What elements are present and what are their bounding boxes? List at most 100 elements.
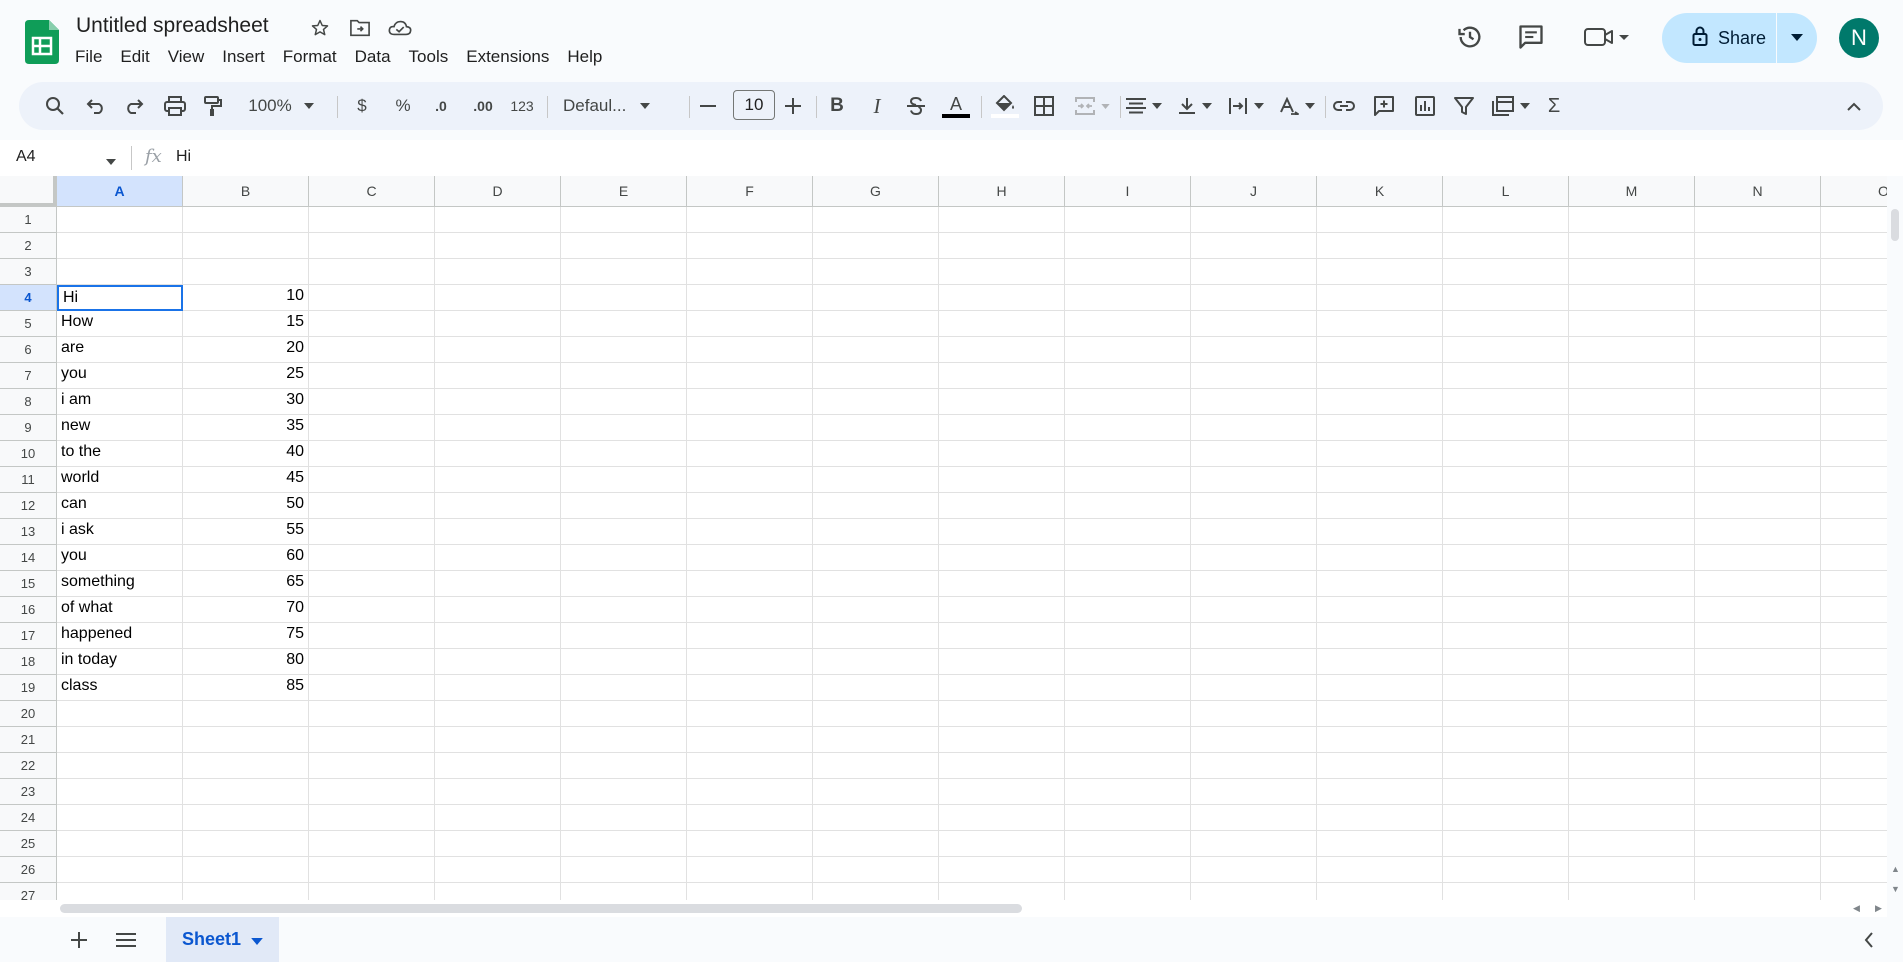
cell-b26[interactable] [183,857,309,883]
cell-l24[interactable] [1443,805,1569,831]
cell-c17[interactable] [309,623,435,649]
cell-f20[interactable] [687,701,813,727]
cell-d11[interactable] [435,467,561,493]
row-header-23[interactable]: 23 [0,779,57,805]
cell-o15[interactable] [1821,571,1887,597]
cell-j15[interactable] [1191,571,1317,597]
cell-g14[interactable] [813,545,939,571]
cell-o19[interactable] [1821,675,1887,701]
cell-c21[interactable] [309,727,435,753]
cell-k1[interactable] [1317,207,1443,233]
document-title[interactable]: Untitled spreadsheet [76,14,269,38]
cell-e7[interactable] [561,363,687,389]
cell-j18[interactable] [1191,649,1317,675]
cell-b8[interactable]: 30 [183,389,309,415]
cell-n12[interactable] [1695,493,1821,519]
cell-o25[interactable] [1821,831,1887,857]
cell-h9[interactable] [939,415,1065,441]
cell-h6[interactable] [939,337,1065,363]
cell-c1[interactable] [309,207,435,233]
cell-n3[interactable] [1695,259,1821,285]
cell-k7[interactable] [1317,363,1443,389]
cell-e22[interactable] [561,753,687,779]
cell-h7[interactable] [939,363,1065,389]
cell-g11[interactable] [813,467,939,493]
cell-c4[interactable] [309,285,435,311]
cell-l15[interactable] [1443,571,1569,597]
cell-n14[interactable] [1695,545,1821,571]
cell-h21[interactable] [939,727,1065,753]
cell-o14[interactable] [1821,545,1887,571]
cell-j2[interactable] [1191,233,1317,259]
cell-c26[interactable] [309,857,435,883]
cell-c5[interactable] [309,311,435,337]
cell-f19[interactable] [687,675,813,701]
scroll-up-icon[interactable]: ▲ [1891,864,1900,874]
cell-j11[interactable] [1191,467,1317,493]
cell-k11[interactable] [1317,467,1443,493]
cell-d16[interactable] [435,597,561,623]
cell-b22[interactable] [183,753,309,779]
row-header-12[interactable]: 12 [0,493,57,519]
zoom-select[interactable]: 100% [241,92,321,120]
cell-j22[interactable] [1191,753,1317,779]
cell-k16[interactable] [1317,597,1443,623]
cell-n22[interactable] [1695,753,1821,779]
cell-a1[interactable] [57,207,183,233]
row-header-10[interactable]: 10 [0,441,57,467]
cell-l10[interactable] [1443,441,1569,467]
cell-m23[interactable] [1569,779,1695,805]
cell-i10[interactable] [1065,441,1191,467]
cell-h4[interactable] [939,285,1065,311]
cell-m3[interactable] [1569,259,1695,285]
cell-a2[interactable] [57,233,183,259]
cell-g16[interactable] [813,597,939,623]
cell-b18[interactable]: 80 [183,649,309,675]
cell-k20[interactable] [1317,701,1443,727]
cell-o22[interactable] [1821,753,1887,779]
cell-b23[interactable] [183,779,309,805]
scroll-right-icon[interactable]: ▶ [1875,903,1882,914]
cell-k22[interactable] [1317,753,1443,779]
cell-i4[interactable] [1065,285,1191,311]
cell-h17[interactable] [939,623,1065,649]
cell-i17[interactable] [1065,623,1191,649]
cell-c16[interactable] [309,597,435,623]
cell-c22[interactable] [309,753,435,779]
text-rotation-icon[interactable] [1274,92,1320,120]
vertical-align-icon[interactable] [1172,92,1218,120]
cell-g2[interactable] [813,233,939,259]
cell-o13[interactable] [1821,519,1887,545]
cell-e4[interactable] [561,285,687,311]
cell-e24[interactable] [561,805,687,831]
redo-icon[interactable] [121,92,149,120]
cell-o17[interactable] [1821,623,1887,649]
cell-e6[interactable] [561,337,687,363]
menu-view[interactable]: View [159,45,214,69]
cell-k3[interactable] [1317,259,1443,285]
cell-m17[interactable] [1569,623,1695,649]
cell-b7[interactable]: 25 [183,363,309,389]
cell-m7[interactable] [1569,363,1695,389]
cell-k24[interactable] [1317,805,1443,831]
sheet-tab[interactable]: Sheet1 [166,917,279,962]
cell-a25[interactable] [57,831,183,857]
decrease-decimal-button[interactable]: .0 [424,92,458,120]
cell-b10[interactable]: 40 [183,441,309,467]
cell-i5[interactable] [1065,311,1191,337]
menu-edit[interactable]: Edit [111,45,158,69]
cell-a22[interactable] [57,753,183,779]
cell-c18[interactable] [309,649,435,675]
row-header-6[interactable]: 6 [0,337,57,363]
menu-extensions[interactable]: Extensions [457,45,558,69]
cell-d1[interactable] [435,207,561,233]
cell-b5[interactable]: 15 [183,311,309,337]
cell-i7[interactable] [1065,363,1191,389]
cell-o5[interactable] [1821,311,1887,337]
cell-l8[interactable] [1443,389,1569,415]
cell-d24[interactable] [435,805,561,831]
cell-b21[interactable] [183,727,309,753]
cell-e11[interactable] [561,467,687,493]
cell-b4[interactable]: 10 [183,285,309,311]
cell-h23[interactable] [939,779,1065,805]
